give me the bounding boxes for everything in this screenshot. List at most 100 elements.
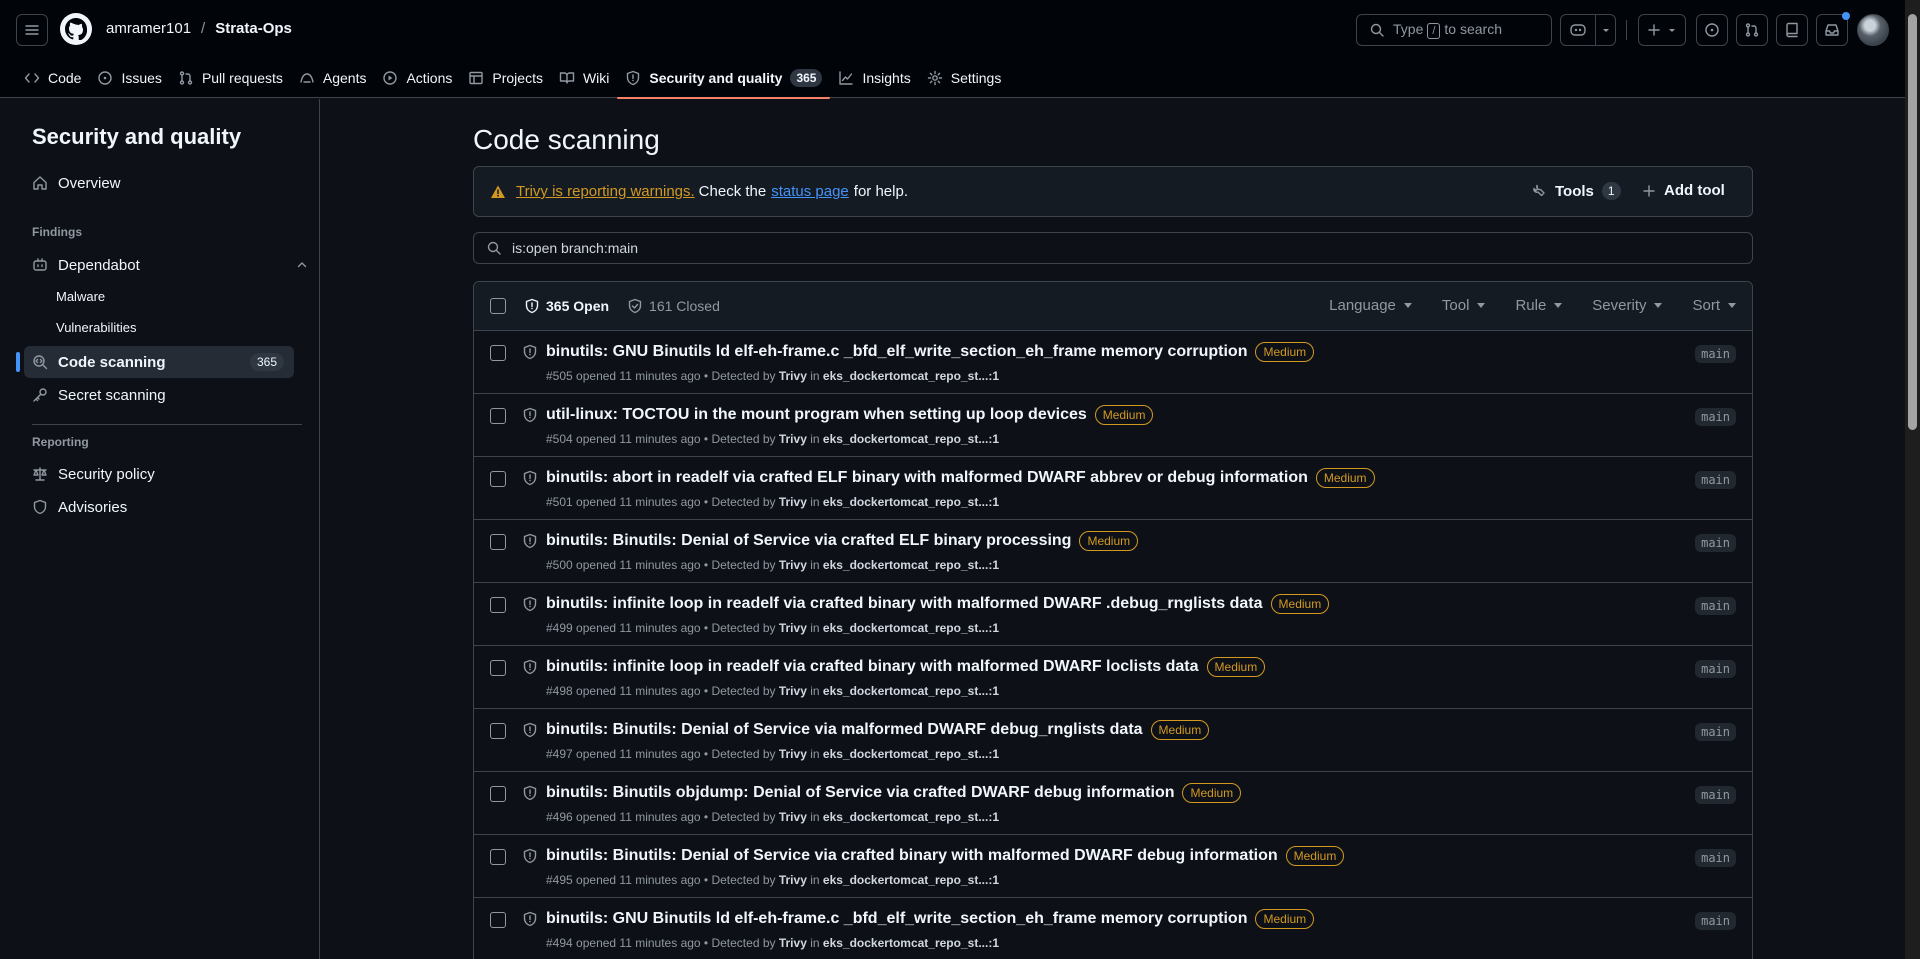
alert-opened: opened 11 minutes ago • Detected by [576, 495, 776, 509]
alert-checkbox[interactable] [490, 849, 506, 865]
alert-title[interactable]: binutils: GNU Binutils ld elf-eh-frame.c… [546, 910, 1247, 928]
alert-title[interactable]: binutils: GNU Binutils ld elf-eh-frame.c… [546, 343, 1247, 361]
alert-tool: Trivy [778, 432, 807, 446]
tab-actions[interactable]: Actions [374, 60, 460, 96]
filter-tool[interactable]: Tool [1442, 297, 1486, 314]
copilot-button[interactable] [1560, 14, 1616, 46]
trivy-warning-link[interactable]: Trivy is reporting warnings. [516, 183, 695, 200]
sidebar-item-secret-scanning[interactable]: Secret scanning [24, 379, 294, 411]
caret-down-icon [1477, 303, 1486, 308]
shield-icon [523, 659, 537, 675]
alert-title[interactable]: binutils: abort in readelf via crafted E… [546, 469, 1308, 487]
alert-location[interactable]: eks_dockertomcat_repo_st... [823, 495, 988, 509]
avatar[interactable] [1857, 14, 1889, 46]
global-search-input[interactable]: Type / to search [1356, 14, 1552, 46]
closed-filter[interactable]: 161 Closed [627, 298, 720, 314]
sidebar-item-code-scanning[interactable]: Code scanning 365 [16, 346, 294, 378]
alert-checkbox[interactable] [490, 660, 506, 676]
table-row[interactable]: binutils: infinite loop in readelf via c… [474, 646, 1752, 709]
alert-checkbox[interactable] [490, 786, 506, 802]
sidebar-item-security-policy[interactable]: Security policy [24, 458, 294, 490]
alert-location[interactable]: eks_dockertomcat_repo_st... [823, 432, 988, 446]
alert-checkbox[interactable] [490, 597, 506, 613]
severity-badge: Medium [1206, 657, 1266, 677]
table-row[interactable]: binutils: abort in readelf via crafted E… [474, 457, 1752, 520]
filter-sort[interactable]: Sort [1692, 297, 1736, 314]
table-row[interactable]: binutils: GNU Binutils ld elf-eh-frame.c… [474, 331, 1752, 394]
tools-button[interactable]: Tools 1 [1531, 182, 1621, 200]
alert-checkbox[interactable] [490, 471, 506, 487]
sidebar-item-malware[interactable]: Malware [56, 289, 105, 304]
table-row[interactable]: binutils: Binutils: Denial of Service vi… [474, 520, 1752, 583]
alert-title-line: binutils: GNU Binutils ld elf-eh-frame.c… [546, 909, 1315, 929]
alert-checkbox[interactable] [490, 534, 506, 550]
alert-tool: Trivy [778, 747, 807, 761]
alert-location[interactable]: eks_dockertomcat_repo_st... [823, 684, 988, 698]
tab-wiki[interactable]: Wiki [551, 60, 617, 96]
tab-projects[interactable]: Projects [460, 60, 551, 96]
add-tool-button[interactable]: Add tool [1642, 182, 1725, 199]
scrollbar-thumb[interactable] [1908, 14, 1917, 430]
alert-tool: Trivy [778, 936, 807, 950]
menu-button[interactable] [16, 14, 48, 46]
filter-rule[interactable]: Rule [1515, 297, 1563, 314]
alert-title[interactable]: binutils: Binutils objdump: Denial of Se… [546, 784, 1174, 802]
repositories-button[interactable] [1776, 14, 1808, 46]
tools-label: Tools [1555, 182, 1594, 200]
pull-requests-button[interactable] [1736, 14, 1768, 46]
sidebar-item-advisories[interactable]: Advisories [24, 491, 294, 523]
alert-opened: opened 11 minutes ago • Detected by [576, 621, 776, 635]
alert-location[interactable]: eks_dockertomcat_repo_st... [823, 810, 988, 824]
breadcrumb-repo[interactable]: Strata-Ops [215, 20, 292, 37]
tab-code[interactable]: Code [16, 60, 89, 96]
filter-language[interactable]: Language [1329, 297, 1412, 314]
filter-severity[interactable]: Severity [1592, 297, 1663, 314]
tab-settings[interactable]: Settings [919, 60, 1010, 96]
alert-location[interactable]: eks_dockertomcat_repo_st... [823, 369, 988, 383]
tab-agents[interactable]: Agents [291, 60, 375, 96]
select-all-checkbox[interactable] [490, 298, 506, 314]
alert-title[interactable]: binutils: infinite loop in readelf via c… [546, 595, 1263, 613]
open-filter[interactable]: 365 Open [524, 298, 609, 314]
alert-line: :1 [988, 432, 999, 446]
header-top-bar: amramer101 / Strata-Ops Type / to search [0, 0, 1920, 60]
alert-checkbox[interactable] [490, 345, 506, 361]
table-row[interactable]: util-linux: TOCTOU in the mount program … [474, 394, 1752, 457]
branch-label: main [1695, 534, 1736, 552]
issues-button[interactable] [1696, 14, 1728, 46]
alert-filter-input[interactable]: is:open branch:main [473, 232, 1753, 264]
alert-title[interactable]: binutils: infinite loop in readelf via c… [546, 658, 1199, 676]
page-scrollbar[interactable] [1905, 0, 1920, 959]
table-row[interactable]: binutils: Binutils: Denial of Service vi… [474, 709, 1752, 772]
alert-location[interactable]: eks_dockertomcat_repo_st... [823, 621, 988, 635]
table-row[interactable]: binutils: Binutils objdump: Denial of Se… [474, 772, 1752, 835]
status-page-link[interactable]: status page [771, 183, 849, 200]
alert-title[interactable]: binutils: Binutils: Denial of Service vi… [546, 847, 1278, 865]
table-row[interactable]: binutils: GNU Binutils ld elf-eh-frame.c… [474, 898, 1752, 959]
tab-pull-requests[interactable]: Pull requests [170, 60, 291, 96]
chevron-up-icon[interactable] [296, 259, 308, 271]
tab-security-and-quality[interactable]: Security and quality 365 [617, 60, 831, 99]
tab-insights[interactable]: Insights [830, 60, 918, 96]
sidebar-item-vulnerabilities[interactable]: Vulnerabilities [56, 320, 136, 335]
table-row[interactable]: binutils: Binutils: Denial of Service vi… [474, 835, 1752, 898]
alert-location[interactable]: eks_dockertomcat_repo_st... [823, 558, 988, 572]
alert-location[interactable]: eks_dockertomcat_repo_st... [823, 747, 988, 761]
alert-location[interactable]: eks_dockertomcat_repo_st... [823, 936, 988, 950]
alert-location[interactable]: eks_dockertomcat_repo_st... [823, 873, 988, 887]
create-new-button[interactable] [1638, 14, 1686, 46]
breadcrumb: amramer101 / Strata-Ops [106, 20, 292, 37]
sidebar-item-dependabot[interactable]: Dependabot [24, 249, 307, 281]
breadcrumb-owner[interactable]: amramer101 [106, 20, 191, 37]
sidebar-item-overview[interactable]: Overview [24, 167, 294, 199]
alert-title[interactable]: binutils: Binutils: Denial of Service vi… [546, 721, 1143, 739]
alert-opened: opened 11 minutes ago • Detected by [576, 810, 776, 824]
alert-checkbox[interactable] [490, 723, 506, 739]
alert-title[interactable]: util-linux: TOCTOU in the mount program … [546, 406, 1087, 424]
alert-checkbox[interactable] [490, 912, 506, 928]
alert-checkbox[interactable] [490, 408, 506, 424]
alert-title[interactable]: binutils: Binutils: Denial of Service vi… [546, 532, 1071, 550]
github-logo-icon[interactable] [60, 13, 92, 45]
tab-issues[interactable]: Issues [89, 60, 169, 96]
table-row[interactable]: binutils: infinite loop in readelf via c… [474, 583, 1752, 646]
